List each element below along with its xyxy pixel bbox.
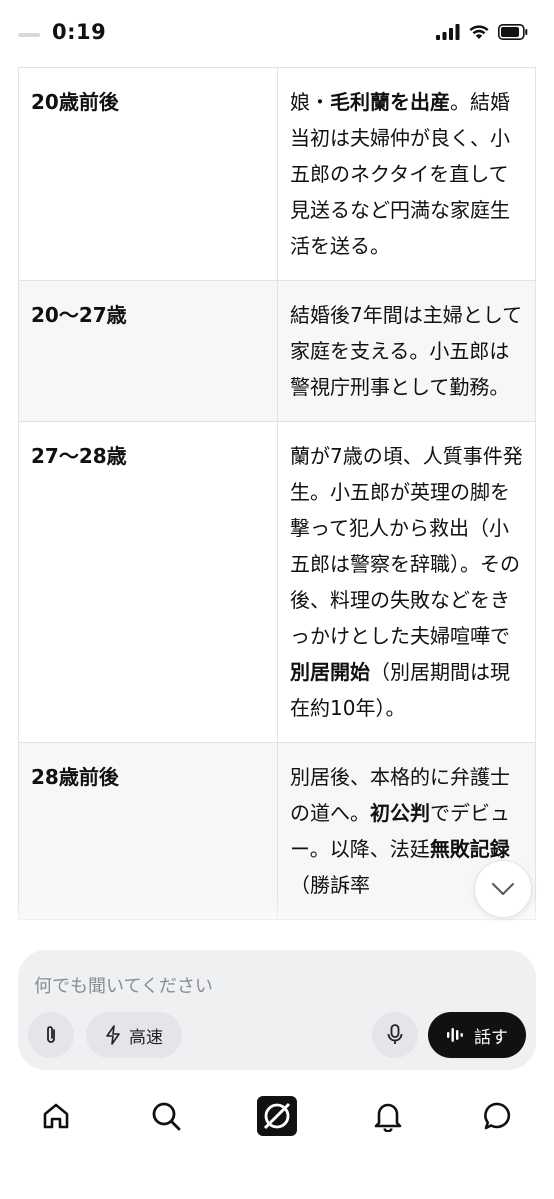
search-icon bbox=[152, 1102, 181, 1131]
back-hint-icon bbox=[18, 33, 40, 37]
nav-grok[interactable] bbox=[255, 1094, 299, 1138]
bottom-navigation bbox=[0, 1080, 554, 1199]
battery-icon bbox=[498, 24, 528, 40]
message-input[interactable]: 何でも聞いてください bbox=[34, 972, 213, 998]
lightning-icon bbox=[106, 1025, 120, 1045]
grok-logo-icon bbox=[257, 1096, 297, 1136]
chat-bubble-icon bbox=[484, 1102, 511, 1130]
nav-notifications[interactable] bbox=[366, 1094, 410, 1138]
age-cell: 28歳前後 bbox=[18, 742, 278, 920]
text-segment: 。結婚当初は夫婦仲が良く、小五郎のネクタイを直して見送るなど円満な家庭生活を送る… bbox=[290, 90, 510, 258]
scroll-down-button[interactable] bbox=[474, 860, 532, 918]
nav-home[interactable] bbox=[34, 1094, 78, 1138]
bold-text: 毛利蘭を出産 bbox=[330, 90, 450, 114]
content-fade bbox=[0, 900, 554, 940]
text-segment: （勝訴率 bbox=[290, 873, 370, 897]
description-cell: 蘭が7歳の頃、人質事件発生。小五郎が英理の脚を撃って犯人から救出（小五郎は警察を… bbox=[277, 421, 536, 743]
status-bar: 0:19 bbox=[0, 0, 554, 68]
text-segment: 蘭が7歳の頃、人質事件発生。小五郎が英理の脚を撃って犯人から救出（小五郎は警察を… bbox=[290, 444, 523, 648]
table-row: 20〜27歳 結婚後7年間は主婦として家庭を支える。小五郎は警視庁刑事として勤務。 bbox=[18, 280, 536, 422]
chat-composer: 何でも聞いてください 高速 話す bbox=[18, 950, 536, 1070]
text-segment: 娘・ bbox=[290, 90, 330, 114]
bold-text: 別居開始 bbox=[290, 660, 370, 684]
table-row: 27〜28歳 蘭が7歳の頃、人質事件発生。小五郎が英理の脚を撃って犯人から救出（小… bbox=[18, 421, 536, 743]
text-segment: 結婚後7年間は主婦として家庭を支える。小五郎は警視庁刑事として勤務。 bbox=[290, 303, 523, 399]
talk-button[interactable]: 話す bbox=[428, 1012, 526, 1058]
description-cell: 娘・毛利蘭を出産。結婚当初は夫婦仲が良く、小五郎のネクタイを直して見送るなど円満… bbox=[277, 67, 536, 281]
table-row: 28歳前後 別居後、本格的に弁護士の道へ。初公判でデビュー。以降、法廷無敗記録（勝… bbox=[18, 742, 536, 920]
timeline-table: 20歳前後 娘・毛利蘭を出産。結婚当初は夫婦仲が良く、小五郎のネクタイを直して見送… bbox=[18, 67, 536, 920]
status-icons bbox=[436, 24, 528, 40]
status-time: 0:19 bbox=[52, 20, 107, 44]
wifi-icon bbox=[469, 25, 489, 39]
bold-text: 初公判 bbox=[370, 801, 430, 825]
paperclip-icon bbox=[47, 1026, 55, 1043]
age-cell: 20歳前後 bbox=[18, 67, 278, 281]
speed-mode-label: 高速 bbox=[129, 1027, 163, 1048]
age-cell: 20〜27歳 bbox=[18, 280, 278, 422]
microphone-button[interactable] bbox=[372, 1012, 418, 1058]
timeline-table-container[interactable]: 20歳前後 娘・毛利蘭を出産。結婚当初は夫婦仲が良く、小五郎のネクタイを直して見送… bbox=[18, 67, 536, 927]
microphone-icon bbox=[387, 1024, 403, 1044]
bell-icon bbox=[374, 1103, 402, 1132]
talk-label: 話す bbox=[474, 1027, 508, 1048]
nav-search[interactable] bbox=[144, 1094, 188, 1138]
attach-button[interactable] bbox=[28, 1012, 74, 1058]
age-cell: 27〜28歳 bbox=[18, 421, 278, 743]
description-cell: 結婚後7年間は主婦として家庭を支える。小五郎は警視庁刑事として勤務。 bbox=[277, 280, 536, 422]
home-icon bbox=[43, 1103, 69, 1129]
chevron-down-icon bbox=[492, 883, 514, 895]
cellular-signal-icon bbox=[436, 24, 460, 40]
speed-mode-button[interactable]: 高速 bbox=[86, 1012, 182, 1058]
nav-messages[interactable] bbox=[476, 1094, 520, 1138]
bold-text: 無敗記録 bbox=[429, 837, 510, 861]
table-row: 20歳前後 娘・毛利蘭を出産。結婚当初は夫婦仲が良く、小五郎のネクタイを直して見送… bbox=[18, 67, 536, 281]
voice-waveform-icon bbox=[447, 1028, 463, 1042]
